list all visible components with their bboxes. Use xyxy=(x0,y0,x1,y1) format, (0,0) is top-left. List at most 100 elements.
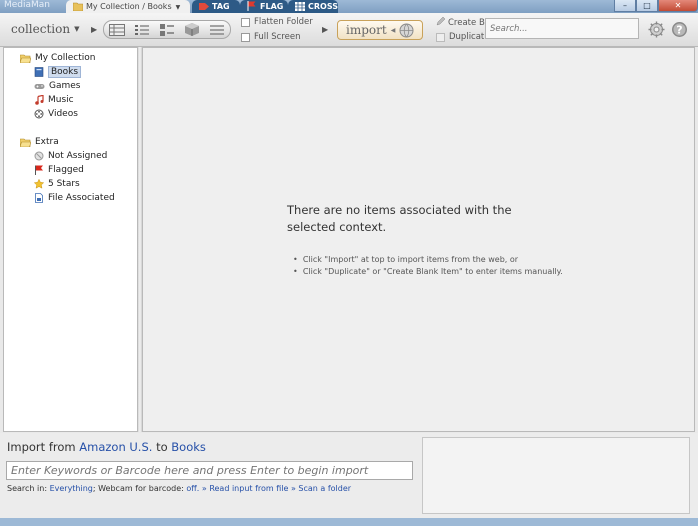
import-source-link[interactable]: Amazon U.S. xyxy=(79,440,152,454)
minimize-button[interactable]: – xyxy=(614,0,636,12)
tab-tag-label: TAG xyxy=(212,2,230,11)
collection-label: collection xyxy=(11,22,71,36)
items-pane: There are no items associated with the s… xyxy=(142,47,695,432)
tree-label: Games xyxy=(49,81,81,91)
folder-icon xyxy=(72,2,84,12)
import-button[interactable]: import ◀ xyxy=(337,20,423,40)
cross-grid-icon xyxy=(295,2,305,11)
keyword-barcode-input[interactable] xyxy=(6,461,413,480)
search-input[interactable] xyxy=(485,18,639,39)
read-input-file-link[interactable]: » Read input from file xyxy=(202,484,289,493)
import-prefix: Import from xyxy=(7,440,76,454)
tree-label: Not Assigned xyxy=(48,151,108,161)
gear-icon[interactable] xyxy=(648,21,665,38)
view-shelf-button[interactable] xyxy=(208,23,226,36)
flatten-folder-checkbox[interactable] xyxy=(241,17,250,27)
gamepad-icon xyxy=(34,83,45,89)
webcam-label: ; Webcam for barcode: xyxy=(92,484,184,493)
music-icon xyxy=(35,95,44,105)
help-icon[interactable]: ? xyxy=(671,21,688,38)
tree-item-books[interactable]: Books xyxy=(34,66,82,78)
create-blank-label: Create B xyxy=(448,18,485,28)
import-panel: Import from Amazon U.S. to Books Search … xyxy=(0,433,698,526)
empty-message: There are no items associated with the s… xyxy=(287,203,512,234)
duplicate-button[interactable]: Duplicat xyxy=(436,32,484,42)
duplicate-label: Duplicat xyxy=(449,32,485,42)
flatten-folder-label: Flatten Folder xyxy=(254,17,313,27)
toolbar: collection ▼ ▶ Flatten Folder Full Scree… xyxy=(0,13,698,47)
view-list-button[interactable] xyxy=(133,23,151,36)
title-bar: MediaMan My Collection / Books ▼ TAG FLAG… xyxy=(0,0,698,13)
full-screen-option[interactable]: Full Screen xyxy=(241,32,300,42)
webcam-off-link[interactable]: off. xyxy=(186,484,199,493)
tab-cross[interactable]: CROSS xyxy=(288,0,338,13)
window-controls: – □ ✕ xyxy=(614,0,698,13)
mediaman-window: MediaMan My Collection / Books ▼ TAG FLAG… xyxy=(0,0,698,526)
scan-folder-link[interactable]: » Scan a folder xyxy=(291,484,351,493)
tab-cross-label: CROSS xyxy=(308,2,338,11)
tree-item-videos[interactable]: Videos xyxy=(34,109,78,119)
folder-open-icon xyxy=(20,54,31,63)
create-blank-button[interactable]: Create B xyxy=(436,16,485,28)
tab-flag[interactable]: FLAG xyxy=(240,0,288,13)
tag-icon xyxy=(199,3,209,10)
app-name: MediaMan xyxy=(4,0,51,10)
star-icon xyxy=(34,179,44,189)
tab-tag[interactable]: TAG xyxy=(192,0,240,13)
cube-icon xyxy=(185,23,200,36)
tiles-view-icon xyxy=(159,23,174,36)
tree-item-not-assigned[interactable]: Not Assigned xyxy=(34,151,107,161)
flag-icon xyxy=(35,165,43,175)
view-3d-button[interactable] xyxy=(183,23,201,36)
maximize-button[interactable]: □ xyxy=(636,0,658,12)
tree-item-5-stars[interactable]: 5 Stars xyxy=(34,179,80,189)
not-assigned-icon xyxy=(34,151,44,161)
tree-node-my-collection[interactable]: My Collection xyxy=(20,53,95,63)
tree-label: 5 Stars xyxy=(48,179,80,189)
tree-item-music[interactable]: Music xyxy=(34,95,74,105)
chevron-right-icon: ▶ xyxy=(322,25,329,34)
view-tiles-button[interactable] xyxy=(158,23,176,36)
tree-item-flagged[interactable]: Flagged xyxy=(34,165,84,175)
tree-label: Flagged xyxy=(48,165,84,175)
book-icon xyxy=(34,67,44,77)
file-icon xyxy=(35,193,43,203)
collection-tree: My Collection Books Games Music Videos E… xyxy=(3,47,138,432)
flatten-folder-option[interactable]: Flatten Folder xyxy=(241,17,313,27)
close-button[interactable]: ✕ xyxy=(658,0,698,12)
flag-icon xyxy=(247,1,256,11)
full-screen-checkbox[interactable] xyxy=(241,32,250,42)
tree-item-games[interactable]: Games xyxy=(34,81,80,91)
pencil-icon xyxy=(436,16,446,26)
shelf-view-icon xyxy=(210,24,225,35)
tab-my-collection[interactable]: My Collection / Books ▼ xyxy=(66,0,190,13)
import-dropdown-icon: ◀ xyxy=(390,26,396,34)
import-preview-box xyxy=(422,437,690,514)
details-view-icon xyxy=(108,23,125,36)
tree-label: Extra xyxy=(35,137,59,147)
hint-duplicate-text: Click "Duplicate" or "Create Blank Item"… xyxy=(302,267,563,276)
hint-duplicate: • Click "Duplicate" or "Create Blank Ite… xyxy=(293,267,563,276)
tree-label: Books xyxy=(48,66,82,78)
tab-dropdown-icon[interactable]: ▼ xyxy=(176,4,181,11)
film-reel-icon xyxy=(34,109,44,119)
search-in-label: Search in: xyxy=(7,484,48,493)
list-view-icon xyxy=(134,24,149,35)
chevron-right-icon: ▶ xyxy=(91,25,98,34)
full-screen-label: Full Screen xyxy=(254,32,301,42)
window-bottom-border xyxy=(0,518,698,526)
tree-item-file-associated[interactable]: File Associated xyxy=(34,193,115,203)
view-details-button[interactable] xyxy=(108,23,126,36)
globe-icon xyxy=(399,23,414,37)
import-label: import xyxy=(346,23,387,37)
tree-node-extra[interactable]: Extra xyxy=(20,137,59,147)
search-in-everything-link[interactable]: Everything xyxy=(50,484,93,493)
tab-flag-label: FLAG xyxy=(260,2,284,11)
tree-label: File Associated xyxy=(48,193,115,203)
tree-label: Videos xyxy=(48,109,78,119)
view-mode-group xyxy=(103,20,231,39)
import-target-link[interactable]: Books xyxy=(171,440,206,454)
import-title: Import from Amazon U.S. to Books xyxy=(7,440,206,454)
import-to: to xyxy=(156,440,168,454)
collection-button[interactable]: collection ▼ xyxy=(11,22,79,36)
